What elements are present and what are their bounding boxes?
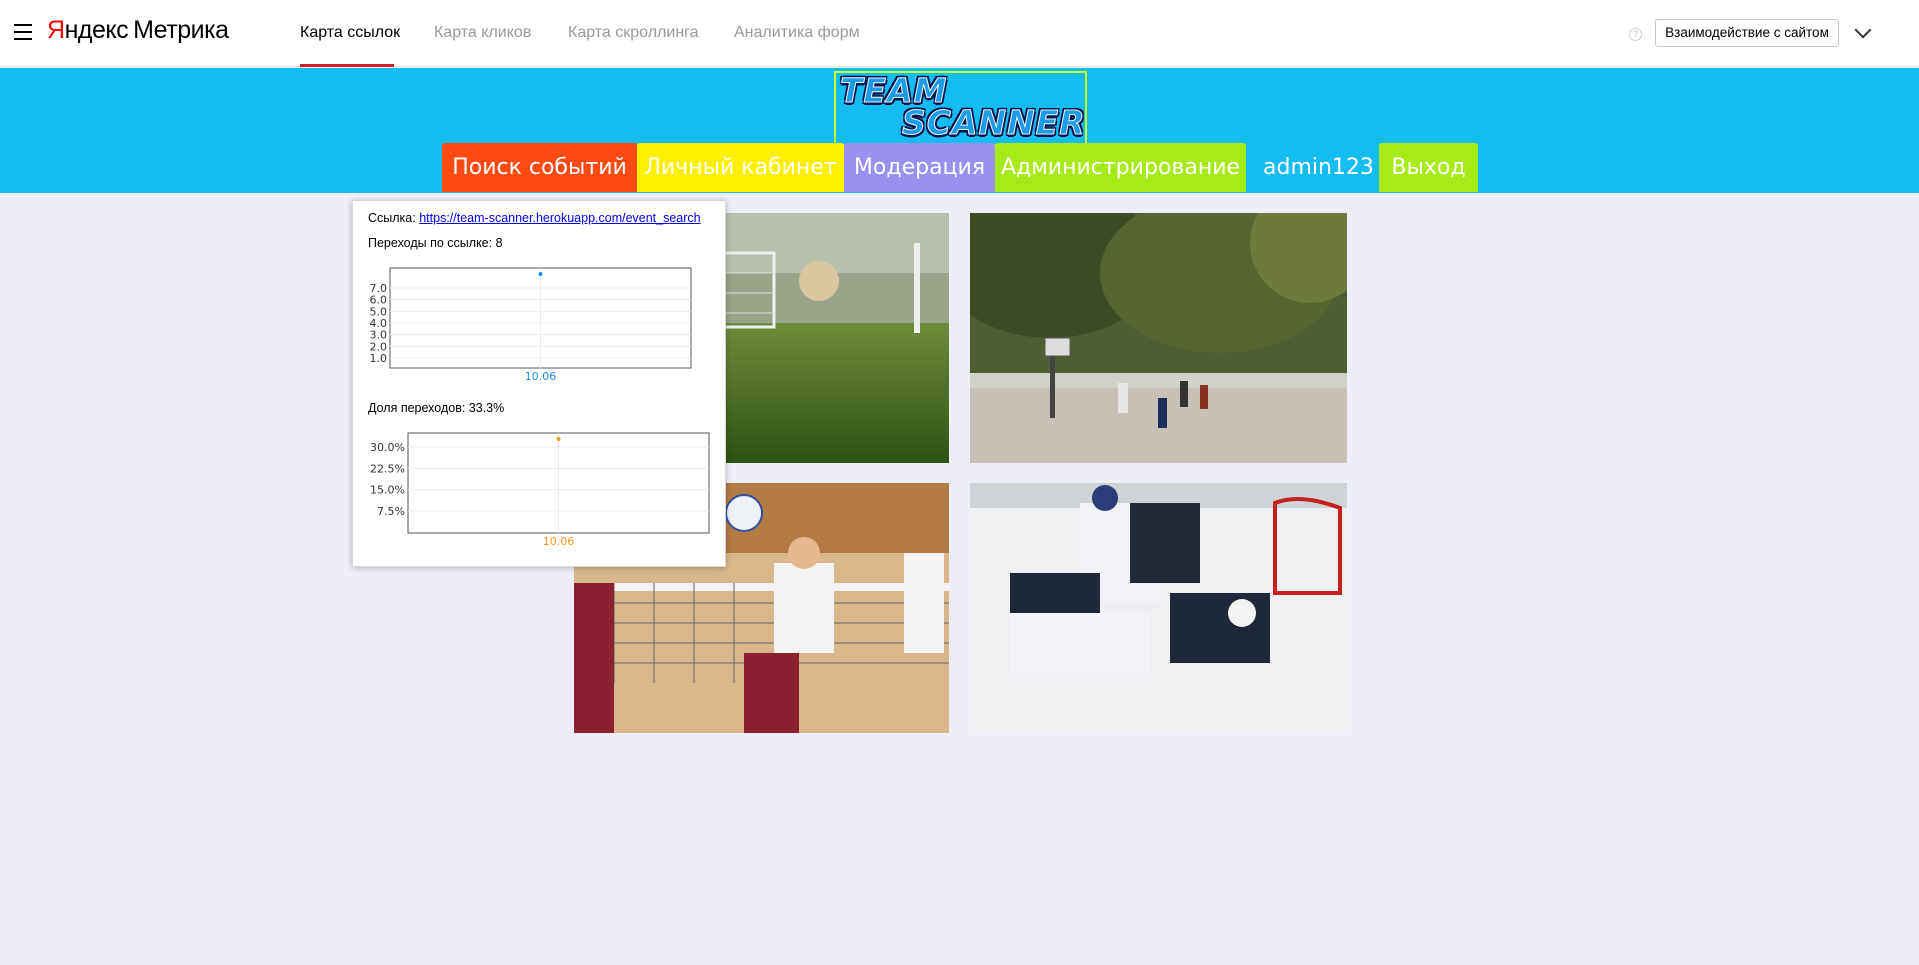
nav-event-search[interactable]: Поиск событий <box>442 143 637 192</box>
tab-scroll-map[interactable]: Карта скроллинга <box>568 24 699 42</box>
link-url[interactable]: https://team-scanner.herokuapp.com/event… <box>419 211 700 225</box>
nav-logout[interactable]: Выход <box>1379 143 1478 192</box>
basketball-photo[interactable] <box>970 213 1347 463</box>
share-chart: 30.0% 22.5% 15.0% 7.5% 10.06 <box>370 432 710 548</box>
active-tab-indicator <box>300 64 394 67</box>
metrika-toolbar: Яндекс Метрика Карта ссылок Карта кликов … <box>0 0 1919 67</box>
x-tick-label: 10.06 <box>543 535 575 548</box>
tab-click-map[interactable]: Карта кликов <box>434 24 531 42</box>
username-label: admin123 <box>1263 155 1374 180</box>
data-point <box>538 272 543 276</box>
link-row: Ссылка: https://team-scanner.herokuapp.c… <box>368 211 701 225</box>
y-tick-label: 30.0% <box>370 441 405 454</box>
metrika-logo[interactable]: Яндекс Метрика <box>47 16 229 45</box>
nav-personal-account[interactable]: Личный кабинет <box>637 143 844 192</box>
data-point <box>556 437 561 441</box>
interaction-mode-button[interactable]: Взаимодействие с сайтом <box>1655 19 1839 47</box>
y-tick-label: 22.5% <box>370 462 405 475</box>
basketball-photo-image <box>970 213 1347 463</box>
chevron-down-icon[interactable] <box>1854 21 1872 39</box>
nav-moderation[interactable]: Модерация <box>844 143 995 192</box>
tab-link-map[interactable]: Карта ссылок <box>300 24 400 42</box>
team-scanner-logo[interactable]: TEAM SCANNER <box>834 71 1087 146</box>
link-stats-popup: Ссылка: https://team-scanner.herokuapp.c… <box>352 200 726 567</box>
clicks-chart: 7.06.05.04.03.02.01.010.06 <box>370 267 692 383</box>
y-tick-label: 7.5% <box>377 505 405 518</box>
tab-form-analytics[interactable]: Аналитика форм <box>734 24 860 42</box>
hockey-photo-image <box>970 483 1347 733</box>
y-tick-label: 1.0 <box>370 352 388 365</box>
x-tick-label: 10.06 <box>525 370 557 383</box>
help-icon[interactable]: ? <box>1629 28 1642 41</box>
nav-administration[interactable]: Администрирование <box>995 143 1246 192</box>
y-tick-label: 15.0% <box>370 484 405 497</box>
share-label: Доля переходов: 33.3% <box>368 401 505 415</box>
clicks-count-label: Переходы по ссылке: 8 <box>368 236 503 250</box>
link-label: Ссылка: <box>368 211 416 225</box>
hockey-photo[interactable] <box>970 483 1347 733</box>
menu-icon[interactable] <box>14 24 32 40</box>
